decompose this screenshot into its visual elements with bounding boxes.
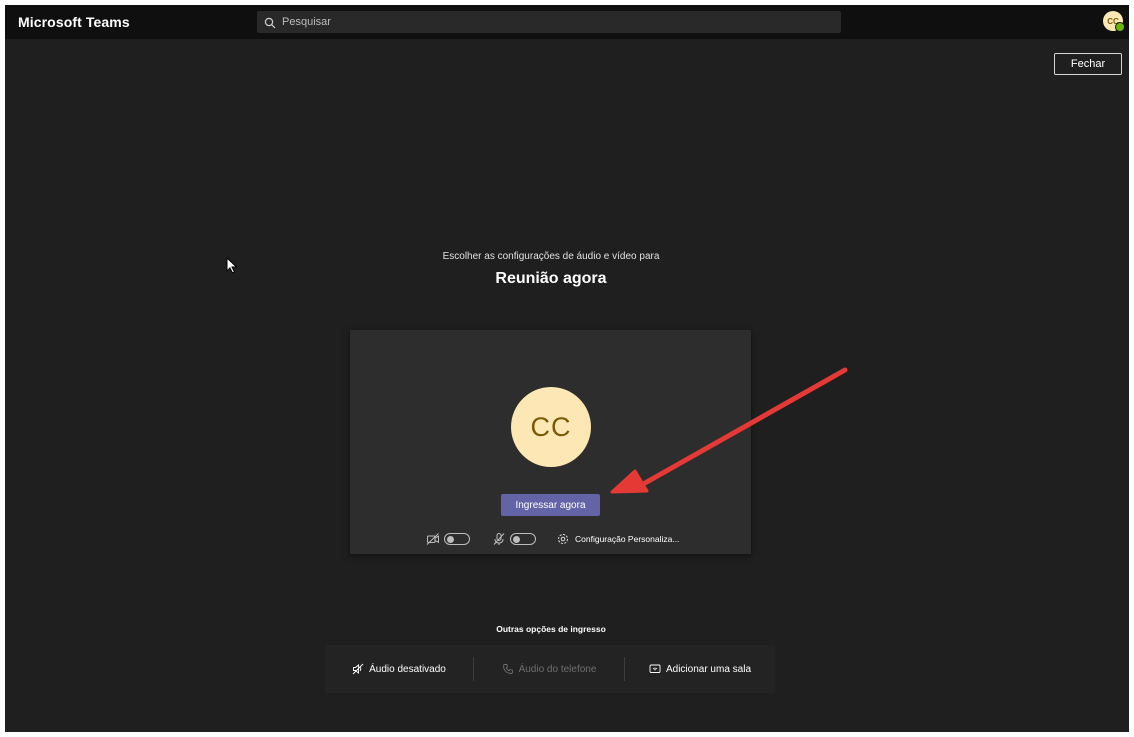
phone-icon	[502, 663, 514, 675]
camera-toggle-knob	[447, 535, 454, 543]
close-button[interactable]: Fechar	[1054, 53, 1122, 75]
app-title: Microsoft Teams	[18, 14, 130, 30]
presence-status-icon	[1115, 22, 1125, 32]
other-join-options-title: Outras opções de ingresso	[496, 624, 606, 634]
meeting-title: Reunião agora	[495, 270, 607, 287]
phone-audio-label: Áudio do telefone	[518, 663, 597, 675]
camera-toggle[interactable]	[444, 533, 470, 545]
video-preview-card: CC Ingressar agora Configuração Personal…	[350, 330, 751, 554]
teams-window: Microsoft Teams Pesquisar CC Fechar Esco…	[5, 5, 1129, 732]
other-join-options: Áudio desativado Áudio do telefone Adici…	[325, 645, 775, 693]
gear-icon[interactable]	[556, 532, 570, 546]
phone-audio-option[interactable]: Áudio do telefone	[474, 657, 624, 681]
add-room-option[interactable]: Adicionar uma sala	[625, 657, 775, 681]
add-room-label: Adicionar uma sala	[665, 663, 752, 675]
search-input[interactable]: Pesquisar	[257, 11, 841, 33]
mic-off-icon	[492, 532, 506, 546]
search-icon	[264, 16, 276, 29]
device-settings-link[interactable]: Configuração Personaliza...	[575, 534, 679, 544]
user-avatar[interactable]: CC	[1103, 11, 1125, 32]
title-bar: Microsoft Teams Pesquisar CC	[5, 5, 1129, 39]
mic-toggle-knob	[513, 535, 520, 543]
room-icon	[649, 663, 661, 675]
device-controls: Configuração Personaliza...	[426, 531, 679, 547]
camera-off-icon	[426, 532, 440, 546]
speaker-off-icon	[352, 663, 364, 675]
avatar-initials: CC	[530, 411, 572, 442]
prejoin-subtitle: Escolher as configurações de áudio e víd…	[442, 251, 660, 262]
search-placeholder: Pesquisar	[282, 16, 331, 28]
join-now-button[interactable]: Ingressar agora	[501, 494, 600, 516]
mic-toggle[interactable]	[510, 533, 536, 545]
audio-off-option[interactable]: Áudio desativado	[325, 657, 473, 681]
avatar: CC	[511, 387, 591, 467]
audio-off-label: Áudio desativado	[369, 663, 446, 675]
